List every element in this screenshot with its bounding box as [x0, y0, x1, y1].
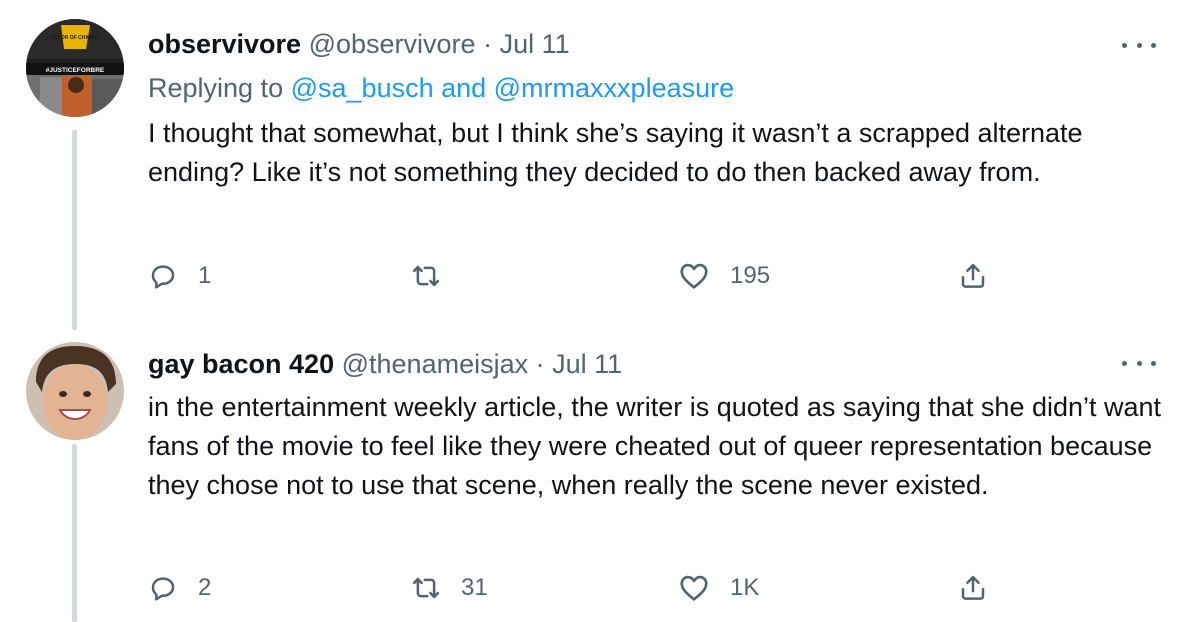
share-icon: [958, 573, 988, 603]
thread-line: [72, 130, 77, 330]
tweet-header: gay bacon 420 @thenameisjax · Jul 11: [148, 348, 622, 380]
avatar-logo-text: COLOR OF CHANGE: [50, 35, 100, 41]
display-name[interactable]: gay bacon 420: [148, 349, 334, 379]
share-button[interactable]: [958, 256, 988, 296]
like-button[interactable]: 195: [678, 256, 770, 296]
like-count: 1K: [730, 574, 760, 601]
reply-button[interactable]: 1: [148, 256, 211, 296]
thread-line: [72, 444, 77, 622]
retweet-button[interactable]: 31: [411, 568, 488, 608]
reply-icon: [148, 573, 178, 603]
tweet-date[interactable]: Jul 11: [552, 349, 622, 379]
share-button[interactable]: [958, 568, 988, 608]
like-button[interactable]: 1K: [678, 568, 759, 608]
reply-count: 1: [198, 262, 212, 289]
user-handle[interactable]: @observivore: [309, 29, 476, 59]
retweet-count: 31: [461, 574, 488, 601]
avatar[interactable]: COLOR OF CHANGE #JUSTICEFORBRE: [26, 19, 124, 117]
tweet-text: in the entertainment weekly article, the…: [148, 392, 1162, 500]
avatar[interactable]: [26, 342, 124, 440]
tweet-actions: 2 31 1K: [148, 568, 1008, 608]
heart-icon: [678, 572, 710, 604]
tweet-date[interactable]: Jul 11: [500, 29, 570, 59]
tweet[interactable]: gay bacon 420 @thenameisjax · Jul 11 in …: [0, 332, 1190, 622]
display-name[interactable]: observivore: [148, 29, 301, 59]
separator-dot: ·: [483, 29, 493, 59]
tweet[interactable]: COLOR OF CHANGE #JUSTICEFORBRE observivo…: [0, 0, 1190, 332]
tweet-actions: 1 195: [148, 256, 1008, 296]
reply-button[interactable]: 2: [148, 568, 211, 608]
avatar-tag-text: #JUSTICEFORBRE: [46, 67, 105, 74]
tweet-text: I thought that somewhat, but I think she…: [148, 118, 1083, 187]
replying-prefix: Replying to: [148, 73, 284, 103]
retweet-icon: [411, 573, 441, 603]
tweet-header: observivore @observivore · Jul 11: [148, 28, 570, 60]
share-icon: [958, 261, 988, 291]
heart-icon: [678, 260, 710, 292]
reply-icon: [148, 261, 178, 291]
retweet-icon: [411, 261, 441, 291]
more-options-icon[interactable]: [1122, 358, 1156, 368]
separator-dot: ·: [535, 349, 545, 379]
retweet-button[interactable]: [411, 256, 461, 296]
replying-users-link[interactable]: @sa_busch and @mrmaxxxpleasure: [291, 73, 735, 103]
more-options-icon[interactable]: [1122, 40, 1156, 50]
reply-count: 2: [198, 574, 212, 601]
replying-to: Replying to @sa_busch and @mrmaxxxpleasu…: [148, 72, 734, 104]
like-count: 195: [730, 262, 771, 289]
user-handle[interactable]: @thenameisjax: [342, 349, 529, 379]
